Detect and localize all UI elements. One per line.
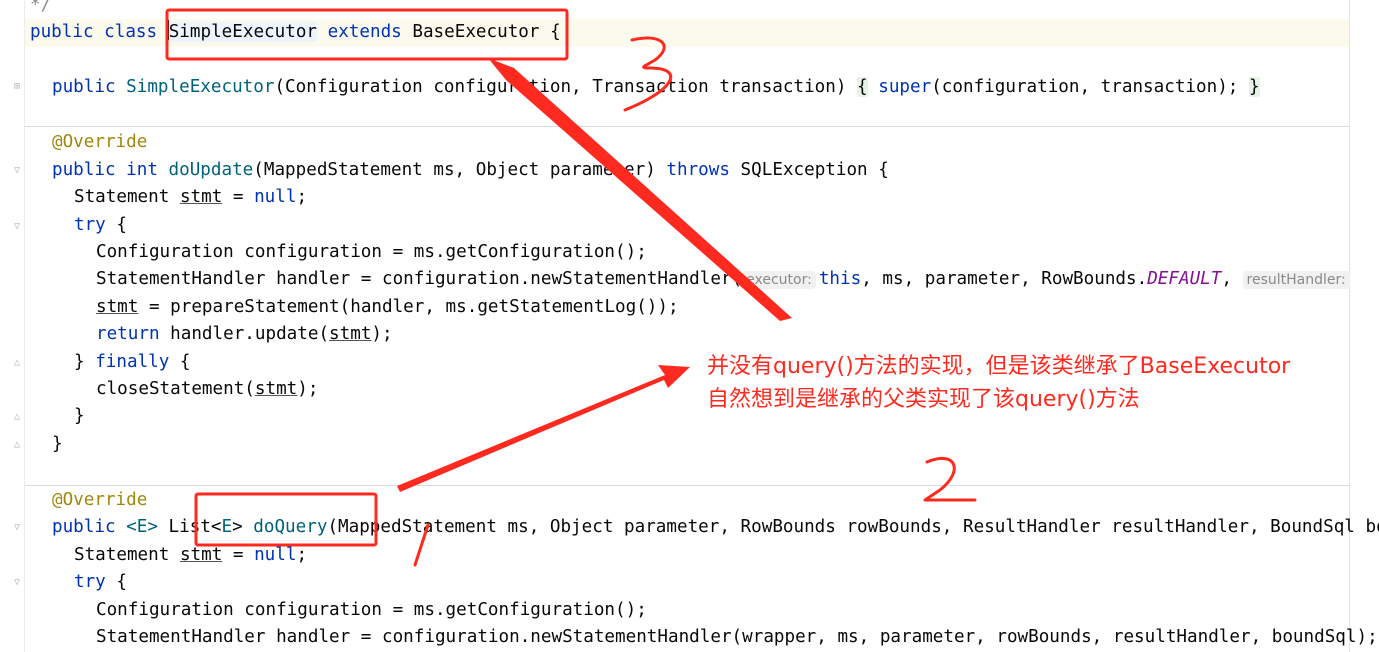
keyword: public <box>30 22 94 42</box>
fold-expand-icon[interactable]: ⊞ <box>14 82 24 92</box>
variable[interactable]: stmt <box>96 297 138 317</box>
folded-open-brace[interactable]: { <box>857 77 868 97</box>
method-name[interactable]: doQuery <box>253 517 327 537</box>
keyword: extends <box>327 22 402 42</box>
fold-end-icon[interactable]: △ <box>14 358 24 368</box>
keyword: try <box>74 215 106 235</box>
code-line[interactable]: Configuration configuration = ms.getConf… <box>96 239 647 266</box>
code-text: = prepareStatement(handler, ms.getStatem… <box>138 297 679 317</box>
code-text: { <box>105 572 127 592</box>
variable[interactable]: stmt <box>255 379 297 399</box>
annotation-note: 并没有query()方法的实现，但是该类继承了BaseExecutor 自然想到… <box>707 350 1290 416</box>
keyword: this <box>818 269 862 289</box>
code-text: , ms, parameter, RowBounds. <box>861 269 1148 289</box>
method-separator <box>25 485 1349 486</box>
code-text: List< <box>168 517 222 537</box>
code-text: { <box>105 215 127 235</box>
code-line[interactable]: return handler.update(stmt); <box>96 321 393 348</box>
right-margin-line <box>1349 0 1350 652</box>
code-line-doupdate-signature[interactable]: public int doUpdate(MappedStatement ms, … <box>52 157 889 184</box>
code-line[interactable]: Configuration configuration = ms.getConf… <box>96 597 647 624</box>
method-name[interactable]: doUpdate <box>169 160 254 180</box>
code-line[interactable]: stmt = prepareStatement(handler, ms.getS… <box>96 294 679 321</box>
method-separator <box>25 126 1349 127</box>
base-class-name[interactable]: BaseExecutor <box>412 22 539 42</box>
code-text: closeStatement( <box>96 379 255 399</box>
code-line[interactable]: StatementHandler handler = configuration… <box>96 624 1378 651</box>
code-text: ); <box>371 324 393 344</box>
keyword: class <box>104 22 158 42</box>
method-params: (MappedStatement ms, Object parameter) <box>253 160 667 180</box>
keyword: super <box>878 77 932 97</box>
code-line[interactable]: } <box>52 431 63 458</box>
variable[interactable]: stmt <box>329 324 371 344</box>
code-text: Statement <box>74 187 180 207</box>
fold-collapse-icon[interactable]: ▽ <box>14 578 24 588</box>
code-line[interactable]: } <box>74 403 85 430</box>
keyword: null <box>254 545 297 565</box>
code-text: > <box>232 517 254 537</box>
code-line[interactable]: StatementHandler handler = configuration… <box>96 266 1353 294</box>
code-line-doquery-signature[interactable]: public <E> List<E> doQuery(MappedStateme… <box>52 514 1379 541</box>
annotation-override: @Override <box>52 490 148 510</box>
code-text: Statement <box>74 545 180 565</box>
keyword: throws <box>666 160 730 180</box>
annotation-override: @Override <box>52 132 148 152</box>
code-line-class-declaration[interactable]: public class SimpleExecutor extends Base… <box>30 19 561 46</box>
fold-collapse-icon[interactable]: ▽ <box>14 166 24 176</box>
parameter-hint: resultHandler: <box>1242 271 1350 289</box>
variable[interactable]: stmt <box>180 187 222 207</box>
code-editor[interactable]: ⊞ ▽ ▽ △ △ △ ▽ ▽ */ public class SimpleEx… <box>0 0 1379 652</box>
editor-gutter: ⊞ ▽ ▽ △ △ △ ▽ ▽ <box>0 0 25 652</box>
code-line[interactable]: Statement stmt = null; <box>74 542 307 569</box>
code-text: = <box>222 545 255 565</box>
keyword: public <box>52 160 116 180</box>
fold-collapse-icon[interactable]: ▽ <box>14 523 24 533</box>
code-line[interactable]: try { <box>74 212 127 239</box>
code-line[interactable]: try { <box>74 569 127 596</box>
fold-end-icon[interactable]: △ <box>14 440 24 450</box>
variable[interactable]: stmt <box>180 545 222 565</box>
keyword: int <box>126 160 158 180</box>
code-text: ); <box>297 379 319 399</box>
constant[interactable]: DEFAULT <box>1147 269 1221 289</box>
constructor-name[interactable]: SimpleExecutor <box>126 77 274 97</box>
fold-collapse-icon[interactable]: ▽ <box>14 222 24 232</box>
keyword: public <box>52 77 116 97</box>
annotation-note-line-2: 自然想到是继承的父类实现了该query()方法 <box>707 387 1140 412</box>
code-line-comment-end: */ <box>30 0 52 15</box>
code-line[interactable]: Statement stmt = null; <box>74 184 307 211</box>
method-params: (MappedStatement ms, Object parameter, R… <box>327 517 1379 537</box>
code-text: { <box>169 352 191 372</box>
brace: { <box>550 22 561 42</box>
keyword: try <box>74 572 106 592</box>
code-text: StatementHandler handler = configuration… <box>96 269 743 289</box>
keyword: null <box>254 187 297 207</box>
annotation-note-line-1: 并没有query()方法的实现，但是该类继承了BaseExecutor <box>707 354 1291 379</box>
code-text: = <box>222 187 255 207</box>
type-parameter: E <box>221 517 233 537</box>
keyword: public <box>52 517 116 537</box>
code-text: } <box>74 352 96 372</box>
code-text: ; <box>296 187 308 207</box>
keyword: return <box>96 324 160 344</box>
constructor-params: (Configuration configuration, Transactio… <box>274 77 858 97</box>
code-text: ; <box>296 545 308 565</box>
code-line-constructor[interactable]: public SimpleExecutor(Configuration conf… <box>52 74 1260 101</box>
parameter-hint: executor: <box>742 271 816 289</box>
type-parameter: <E> <box>115 517 169 537</box>
throws-clause: SQLException { <box>729 160 889 180</box>
folded-close-brace[interactable]: } <box>1248 77 1260 97</box>
fold-end-icon[interactable]: △ <box>14 412 24 422</box>
class-name[interactable]: SimpleExecutor <box>168 22 318 42</box>
code-line[interactable]: closeStatement(stmt); <box>96 376 318 403</box>
keyword: finally <box>95 352 170 372</box>
code-text: , <box>1221 269 1243 289</box>
code-text: handler.update( <box>159 324 330 344</box>
super-args: (configuration, transaction); <box>931 77 1249 97</box>
code-line[interactable]: } finally { <box>74 349 191 376</box>
